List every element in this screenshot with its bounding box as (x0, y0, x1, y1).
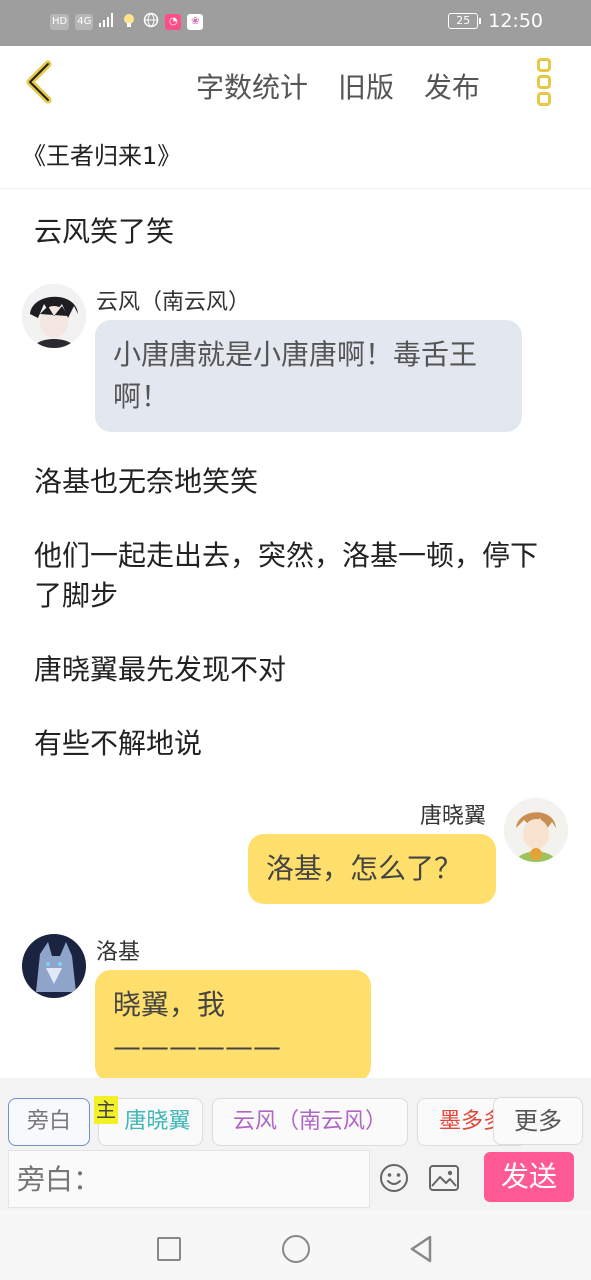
nav-back-icon[interactable] (408, 1234, 434, 1264)
word-count-button[interactable]: 字数统计 (196, 66, 308, 106)
main-role-badge: 主 (94, 1096, 118, 1124)
role-chip-label: 云风（南云风） (232, 1109, 387, 1134)
avatar[interactable] (22, 284, 86, 348)
app-notification-icon: ◔ (165, 13, 182, 30)
back-button[interactable] (22, 60, 58, 104)
more-vertical-icon-dot (537, 92, 551, 106)
message-input[interactable] (8, 1150, 370, 1208)
compose-area: 旁白 主 唐晓翼 云风（南云风） 墨多多 更多 发送 (0, 1078, 591, 1210)
network-indicator: 4G (75, 13, 94, 30)
battery-icon: 25 (448, 13, 482, 29)
chat-bubble[interactable]: 小唐唐就是小唐唐啊！毒舌王啊！ (95, 320, 522, 432)
back-arrow-icon (26, 60, 52, 104)
emoji-button[interactable] (378, 1162, 410, 1194)
role-chip-yunfeng[interactable]: 云风（南云风） (212, 1098, 408, 1146)
bulb-icon (121, 12, 137, 31)
speaker-name: 唐晓翼 (420, 804, 487, 829)
more-vertical-icon (537, 58, 551, 72)
app-notification-icon-2: ❀ (187, 13, 204, 30)
nav-recent-icon[interactable] (157, 1237, 181, 1261)
signal-icon (99, 13, 115, 30)
nav-home-icon[interactable] (282, 1235, 310, 1263)
role-chip-narrator[interactable]: 旁白 (8, 1098, 90, 1146)
more-vertical-icon-dot (537, 75, 551, 89)
chat-bubble[interactable]: 晓翼，我—————— (95, 970, 371, 1078)
hd-indicator: HD (50, 13, 70, 30)
speaker-name: 云风（南云风） (96, 290, 251, 315)
avatar[interactable] (504, 798, 568, 862)
toolbar-links: 字数统计 旧版 发布 (196, 66, 480, 106)
emoji-icon (380, 1164, 408, 1192)
chat-bubble[interactable]: 洛基，怎么了？ (248, 834, 496, 904)
image-button[interactable] (428, 1164, 460, 1192)
system-nav-bar (0, 1210, 591, 1280)
clock: 12:50 (488, 10, 543, 32)
narration-line[interactable]: 云风笑了笑 (34, 212, 564, 252)
role-chip-label: 旁白 (26, 1109, 71, 1134)
globe-icon (143, 12, 159, 31)
top-bar: 字数统计 旧版 发布 (0, 46, 591, 122)
narration-line[interactable]: 有些不解地说 (34, 724, 564, 764)
status-right: 25 12:50 (448, 10, 543, 32)
role-chip-label: 唐晓翼 (124, 1109, 191, 1134)
speaker-name: 洛基 (96, 940, 141, 965)
status-left: HD 4G ◔ ❀ (50, 12, 204, 31)
avatar[interactable] (22, 934, 86, 998)
narration-line[interactable]: 唐晓翼最先发现不对 (34, 650, 564, 690)
narration-line[interactable]: 洛基也无奈地笑笑 (34, 462, 564, 502)
status-bar: HD 4G ◔ ❀ 25 12:50 (0, 0, 591, 46)
old-version-button[interactable]: 旧版 (338, 66, 394, 106)
send-button[interactable]: 发送 (484, 1152, 574, 1202)
book-title: 《王者归来1》 (22, 142, 182, 170)
more-menu-button[interactable] (534, 58, 554, 106)
divider (0, 188, 591, 189)
more-roles-button[interactable]: 更多 (493, 1097, 583, 1145)
image-icon (429, 1165, 459, 1191)
publish-button[interactable]: 发布 (424, 66, 480, 106)
story-content[interactable]: 云风笑了笑 云风（南云风） 小唐唐就是小唐唐啊！毒舌王啊！ 洛基也无奈地笑笑 他… (0, 190, 591, 1078)
narration-line[interactable]: 他们一起走出去，突然，洛基一顿，停下了脚步 (34, 536, 564, 616)
